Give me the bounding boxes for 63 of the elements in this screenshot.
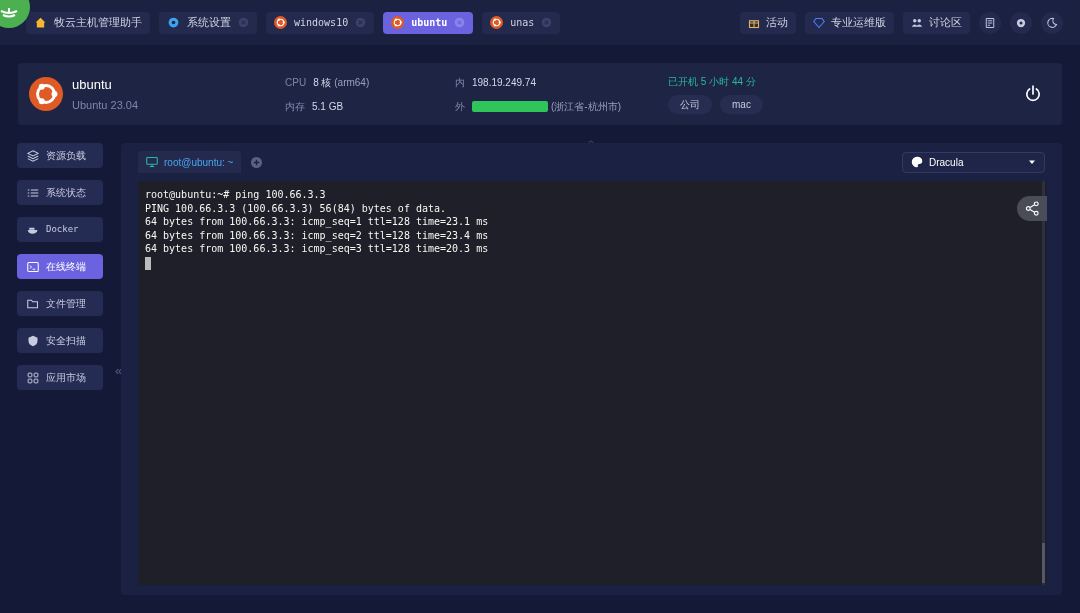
sidebar-item[interactable]: 资源负载 — [17, 143, 103, 168]
list-icon — [27, 186, 39, 199]
ubuntu-logo-icon — [29, 77, 63, 111]
internal-ip: 198.19.249.74 — [472, 75, 536, 90]
home-icon — [34, 16, 47, 29]
share-icon — [1024, 201, 1040, 216]
grid-icon — [27, 371, 39, 384]
users-icon — [911, 16, 923, 29]
ubuntu-logo-icon — [274, 16, 287, 29]
power-button[interactable] — [1024, 85, 1042, 103]
palette-icon — [911, 156, 923, 168]
settings-button[interactable] — [1010, 11, 1032, 34]
terminal-line: PING 100.66.3.3 (100.66.3.3) 56(84) bytes of data. — [145, 201, 447, 216]
folder-icon — [27, 297, 39, 310]
internal-ip-label: 内 — [455, 75, 465, 90]
terminal-line: 64 bytes from 100.66.3.3: icmp_seq=1 ttl=128 time=23.1 ms — [145, 215, 489, 229]
theme-dropdown[interactable]: Dracula — [902, 151, 1045, 173]
toolbar-button[interactable]: 专业运维版 — [805, 11, 894, 34]
cursor — [145, 256, 151, 270]
add-tab-button[interactable] — [251, 156, 263, 168]
host-tab[interactable]: unas — [482, 11, 561, 34]
sidebar-item[interactable]: 应用市场 — [17, 365, 103, 390]
sidebar-item[interactable]: 文件管理 — [17, 291, 103, 316]
host-tab[interactable]: ubuntu — [383, 11, 474, 34]
sidebar-item[interactable]: Docker — [17, 217, 103, 242]
shield-icon — [27, 334, 39, 347]
toolbar-button[interactable]: 讨论区 — [903, 11, 970, 34]
scrollbar-thumb[interactable] — [1042, 543, 1045, 583]
host-tab[interactable]: windows10 — [266, 11, 375, 34]
terminal-icon — [27, 260, 39, 273]
external-ip-label: 外 — [455, 99, 465, 114]
document-button[interactable] — [979, 11, 1001, 34]
moon-button[interactable] — [1041, 11, 1063, 34]
terminal-line: 64 bytes from 100.66.3.3: icmp_seq=3 ttl=128 time=20.3 ms — [145, 242, 489, 256]
host-name: ubuntu — [72, 75, 113, 94]
cpu-value: 8 核 (arm64) — [313, 75, 370, 90]
host-tab[interactable]: 牧云主机管理助手 — [26, 11, 150, 34]
share-button[interactable] — [1017, 196, 1047, 221]
ubuntu-logo-icon — [391, 16, 405, 29]
tag: 公司 — [668, 95, 712, 114]
moon-icon — [1046, 16, 1058, 29]
sidebar-item[interactable]: 系统状态 — [17, 180, 103, 205]
sidebar-item[interactable]: 在线终端 — [17, 254, 103, 279]
host-tab[interactable]: 系统设置 — [159, 11, 257, 34]
os-version: Ubuntu 23.04 — [72, 98, 140, 113]
tag: mac — [720, 95, 763, 114]
ubuntu-logo-icon — [490, 16, 504, 29]
location: (浙江省-杭州市) — [551, 99, 621, 114]
session-tab[interactable]: root@ubuntu: ~ — [138, 151, 242, 173]
memory-value: 5.1 GB — [312, 99, 344, 114]
terminal-line: 64 bytes from 100.66.3.3: icmp_seq=2 ttl=128 time=23.4 ms — [145, 228, 489, 243]
uptime: 已开机 5 小时 44 分 — [668, 75, 757, 89]
toolbar-button[interactable]: 活动 — [740, 11, 796, 34]
diamond-icon — [813, 16, 825, 29]
layers-icon — [27, 149, 39, 162]
document-icon — [984, 16, 996, 29]
sidebar-item[interactable]: 安全扫描 — [17, 328, 103, 353]
terminal-line: root@ubuntu:~# ping 100.66.3.3 — [145, 188, 326, 202]
cpu-label: CPU — [285, 75, 307, 90]
chevron-up-icon — [587, 139, 595, 145]
caret-down-icon — [1028, 158, 1036, 166]
memory-label: 内存 — [285, 99, 305, 114]
monitor-icon — [146, 156, 158, 168]
